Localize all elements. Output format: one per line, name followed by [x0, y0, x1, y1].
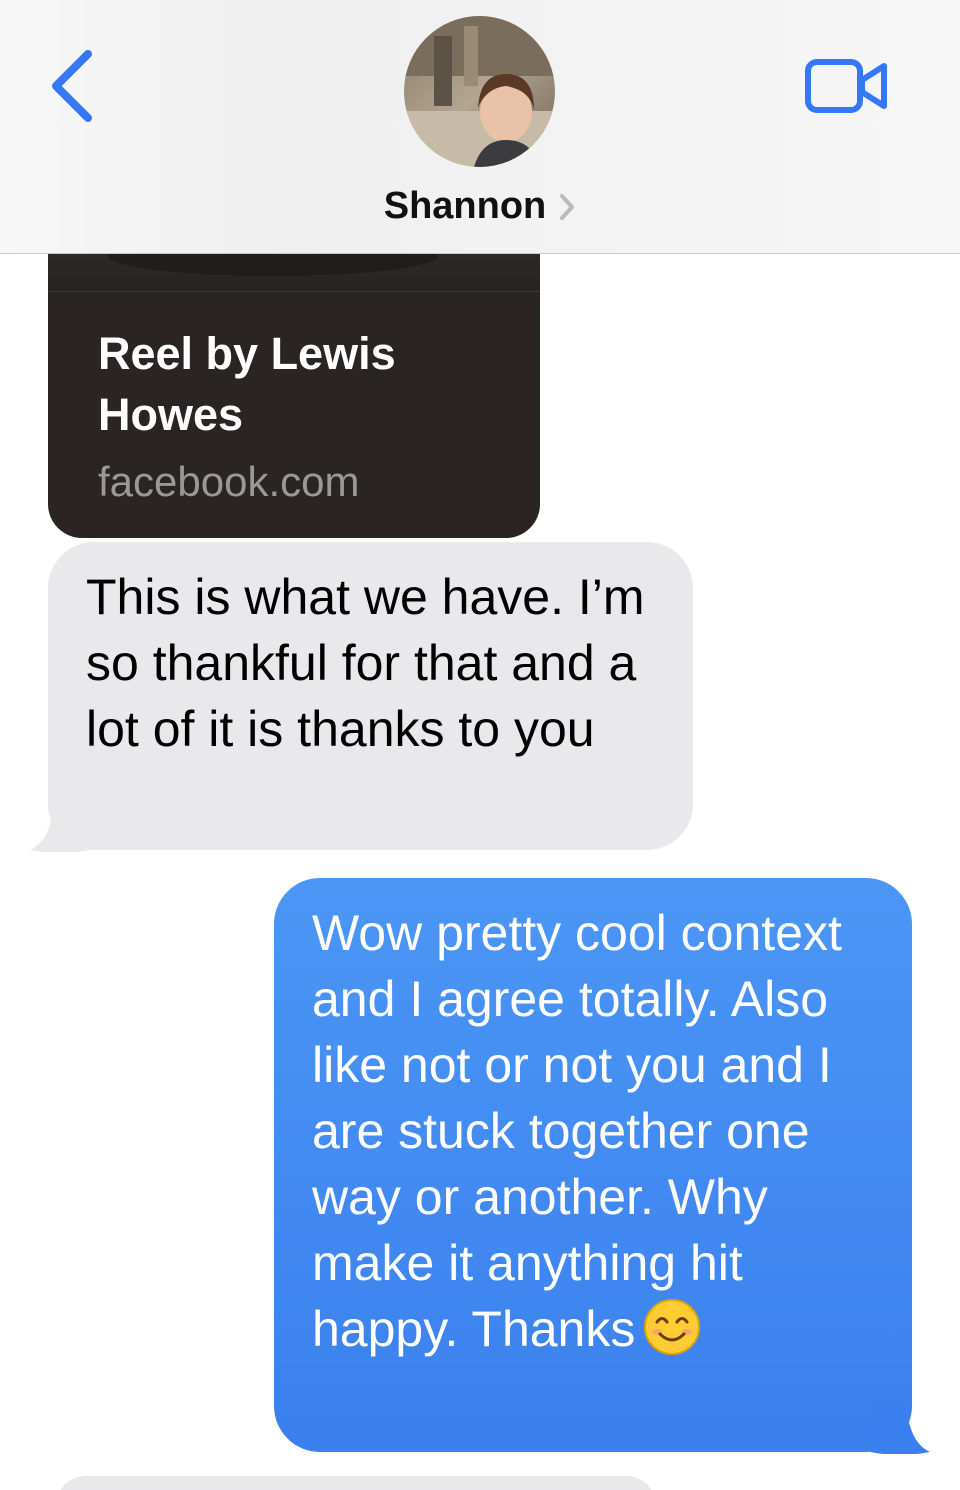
message-text-content: Wow pretty cool context and I agree tota…	[312, 905, 842, 1357]
video-call-button[interactable]	[804, 58, 890, 114]
link-preview-title: Reel by Lewis Howes	[98, 328, 396, 440]
contact-name-button[interactable]: Shannon	[0, 182, 960, 230]
contact-name: Shannon	[383, 184, 547, 227]
incoming-message-bubble-partial[interactable]	[56, 1476, 656, 1490]
link-preview-domain: facebook.com	[98, 458, 360, 505]
messages-screen: Shannon Reel by Lewis Howes facebook.com…	[0, 0, 960, 1490]
video-camera-icon	[805, 59, 887, 113]
message-text: This is what we have. I’m so thankful fo…	[86, 569, 645, 757]
back-button[interactable]	[44, 46, 98, 126]
message-text: Wow pretty cool context and I agree tota…	[312, 900, 892, 1362]
link-preview-card[interactable]: Reel by Lewis Howes facebook.com	[48, 220, 540, 538]
outgoing-message-bubble[interactable]: Wow pretty cool context and I agree tota…	[274, 878, 930, 1454]
conversation-header: Shannon	[0, 0, 960, 254]
chevron-right-icon	[560, 194, 575, 220]
smiling-face-emoji-icon	[644, 1299, 701, 1355]
incoming-message-bubble[interactable]: This is what we have. I’m so thankful fo…	[30, 542, 693, 852]
bubble-tail	[30, 800, 90, 852]
bubble-tail	[870, 1400, 930, 1454]
chevron-left-icon	[52, 50, 92, 122]
contact-avatar[interactable]	[404, 16, 555, 167]
